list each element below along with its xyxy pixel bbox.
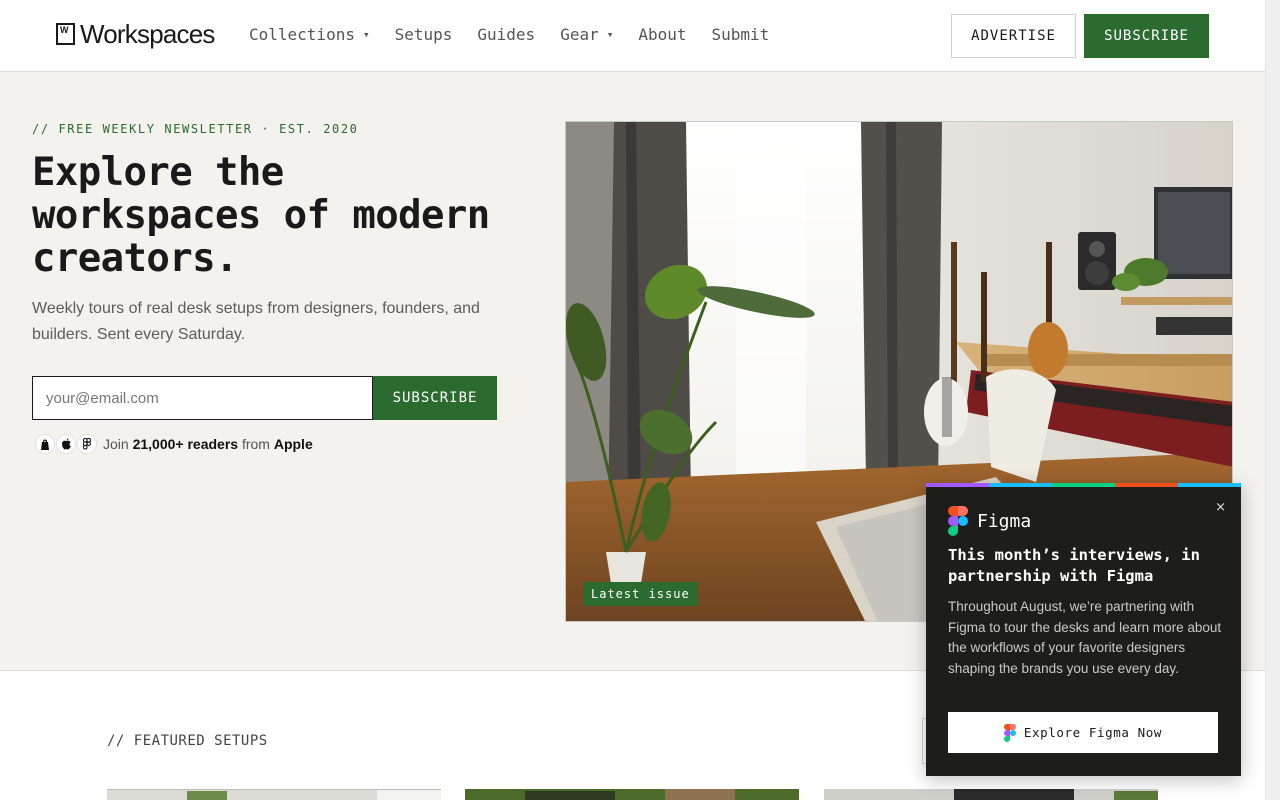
chevron-down-icon: ▾ [362,28,370,41]
logo-mark-letter: W [60,25,69,35]
sponsor-popup: × Figma This month’s interviews, in part… [926,483,1241,776]
hero-eyebrow: // FREE WEEKLY NEWSLETTER · EST. 2020 [32,122,359,136]
featured-card-thumb[interactable] [465,788,799,800]
featured-label: // FEATURED SETUPS [107,733,268,749]
chevron-down-icon: ▾ [606,28,614,41]
latest-issue-badge: Latest issue [583,582,698,606]
social-proof: Join 21,000+ readers from Apple [35,434,313,454]
nav-collections-label: Collections [249,25,355,44]
newsletter-form: SUBSCRIBE [32,376,497,420]
nav-guides[interactable]: Guides [477,24,535,48]
nav-submit-label: Submit [711,25,770,44]
advertise-button[interactable]: ADVERTISE [951,14,1076,58]
apple-icon [56,434,76,454]
nav-guides-label: Guides [477,25,536,44]
hero-subscribe-button[interactable]: SUBSCRIBE [373,376,497,420]
popup-brand: Figma [948,506,1031,536]
close-icon[interactable]: × [1215,500,1226,515]
figma-logo-icon [1003,723,1016,742]
nav-collections[interactable]: Collections ▾ [249,24,370,48]
logo-text: Workspaces [80,19,215,49]
explore-figma-label: Explore Figma Now [1023,725,1163,740]
stripe-segment [989,483,1052,487]
featured-card-image [465,789,799,800]
main-nav: Collections ▾ Setups Guides Gear ▾ About S… [249,24,794,48]
featured-card-image [824,789,1158,800]
nav-gear[interactable]: Gear ▾ [560,24,613,48]
readers-count: 21,000+ readers [132,436,239,452]
popup-title: This month’s interviews, in partnership … [948,546,1200,585]
nav-submit[interactable]: Submit [712,24,770,48]
stripe-segment [1178,483,1241,487]
readers-prefix: Join [103,436,129,452]
figma-icon [77,434,97,454]
featured-card-thumb[interactable] [824,788,1158,800]
nav-about[interactable]: About [638,24,686,48]
popup-body: Throughout August, we’re partnering with… [948,599,1222,676]
popup-brand-name: Figma [977,510,1032,532]
hero-title: Explore the workspaces of modern creator… [32,150,490,281]
nav-setups-label: Setups [394,25,453,44]
popup-color-stripe [926,483,1241,487]
nav-about-label: About [638,25,687,44]
site-logo[interactable]: W Workspaces [56,20,215,48]
readers-text: Join 21,000+ readers from Apple [103,436,313,452]
figma-logo-icon [948,506,968,536]
stripe-segment [1115,483,1178,487]
featured-card-image [107,789,441,800]
stripe-segment [926,483,989,487]
nav-setups[interactable]: Setups [395,24,453,48]
site-header: W Workspaces Collections ▾ Setups Guides … [0,0,1265,72]
header-subscribe-button[interactable]: SUBSCRIBE [1084,14,1209,58]
nav-gear-label: Gear [560,25,599,44]
readers-middle: from [241,436,270,452]
stripe-segment [1052,483,1115,487]
email-field[interactable] [32,376,373,420]
shopify-icon [35,434,55,454]
logo-mark-icon: W [56,23,75,45]
explore-figma-button[interactable]: Explore Figma Now [948,712,1218,753]
hero-subtitle: Weekly tours of real desk setups from de… [32,300,480,343]
page-scrollbar[interactable] [1265,0,1280,800]
readers-company: Apple [273,436,313,452]
featured-card-thumb[interactable] [107,788,441,800]
